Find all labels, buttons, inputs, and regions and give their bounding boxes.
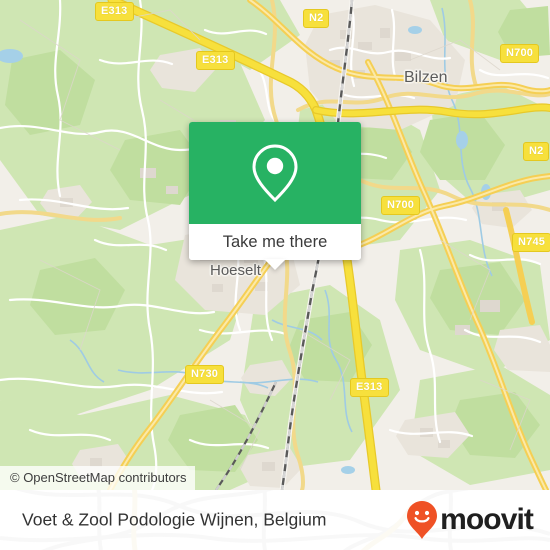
place-label-bilzen: Bilzen xyxy=(404,69,448,86)
road-shield-e313-nw[interactable]: E313 xyxy=(95,2,134,21)
popup-header xyxy=(189,122,361,224)
road-shield-n700-e[interactable]: N700 xyxy=(381,196,421,215)
moovit-pin-smile-icon xyxy=(407,501,438,539)
take-me-there-label: Take me there xyxy=(222,232,328,251)
location-title: Voet & Zool Podologie Wijnen, Belgium xyxy=(22,509,327,530)
map-screenshot: E313 E313 N2 N700 N2 N700 N745 N730 E313… xyxy=(0,0,550,550)
map-canvas[interactable]: E313 E313 N2 N700 N2 N700 N745 N730 E313… xyxy=(0,0,550,490)
road-shield-n2-n[interactable]: N2 xyxy=(303,9,330,28)
road-shield-e313-n[interactable]: E313 xyxy=(196,51,235,70)
road-shield-n745[interactable]: N745 xyxy=(512,233,550,252)
road-shield-n730[interactable]: N730 xyxy=(185,365,225,384)
popup-body[interactable]: Take me there xyxy=(189,224,361,270)
road-shield-e313-s[interactable]: E313 xyxy=(350,378,389,397)
popup-pointer-tail xyxy=(264,259,286,270)
moovit-wordmark: moovit xyxy=(440,503,534,536)
footer-bar: Voet & Zool Podologie Wijnen, Belgium mo… xyxy=(0,490,550,550)
destination-popup-card[interactable]: Take me there xyxy=(189,122,361,270)
road-shield-n2-e[interactable]: N2 xyxy=(523,142,550,161)
road-shield-n700-ne[interactable]: N700 xyxy=(500,44,540,63)
moovit-logo[interactable]: moovit xyxy=(407,501,534,539)
place-label-hoeselt: Hoeselt xyxy=(210,262,261,279)
osm-attribution[interactable]: © OpenStreetMap contributors xyxy=(0,466,195,490)
map-pin-icon xyxy=(252,144,298,203)
